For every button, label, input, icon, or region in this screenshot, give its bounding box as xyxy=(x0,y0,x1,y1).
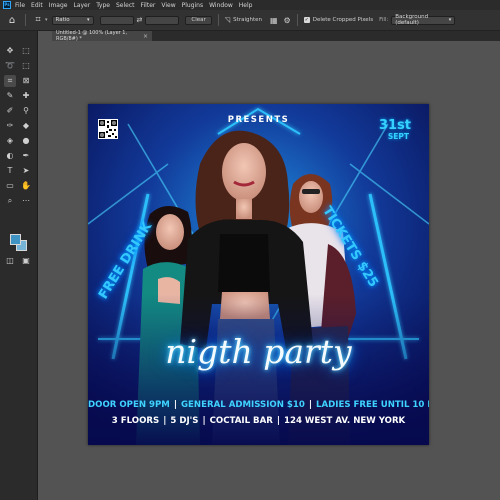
flyer-artwork xyxy=(88,104,429,445)
menu-image[interactable]: Image xyxy=(49,2,68,9)
path-selection-icon[interactable]: ➤ xyxy=(20,165,32,177)
menu-file[interactable]: File xyxy=(15,2,25,9)
menu-select[interactable]: Select xyxy=(116,2,135,9)
menu-window[interactable]: Window xyxy=(209,2,233,9)
ratio-select[interactable]: Ratio ▾ xyxy=(51,15,94,25)
chevron-down-icon: ▾ xyxy=(87,17,90,23)
chevron-down-icon[interactable]: ▾ xyxy=(45,17,48,23)
brush-icon[interactable]: ✐ xyxy=(4,105,16,117)
foreground-color-swatch[interactable] xyxy=(10,234,21,245)
divider xyxy=(217,14,219,26)
menu-bar: Ps File Edit Image Layer Type Select Fil… xyxy=(0,0,500,10)
paint-bucket-icon[interactable]: ◈ xyxy=(4,135,16,147)
event-info-line: DOOR OPEN 9PM | GENERAL ADMISSION $10 | LADI… xyxy=(88,400,429,410)
date-month-text: SEPT xyxy=(387,132,409,141)
separator: | xyxy=(163,416,167,426)
party-title: nigth party xyxy=(165,332,352,371)
quick-mask-icon[interactable]: ◫ xyxy=(4,255,16,267)
menu-edit[interactable]: Edit xyxy=(31,2,43,9)
options-bar: ⌂ ⌗ ▾ Ratio ▾ ⇄ Clear ◹ Straighten ▦ ⚙ ✓ … xyxy=(0,10,500,31)
menu-view[interactable]: View xyxy=(161,2,175,9)
separator: | xyxy=(308,400,312,410)
separator: | xyxy=(276,416,280,426)
zoom-tool-icon[interactable]: ⌕ xyxy=(4,195,16,207)
delete-cropped-label: Delete Cropped Pixels xyxy=(312,17,374,23)
menu-layer[interactable]: Layer xyxy=(73,2,90,9)
artboard-tool-icon[interactable]: ⬚ xyxy=(20,45,32,57)
width-field[interactable] xyxy=(99,15,134,25)
document-canvas[interactable]: PRESENTS 31st SEPT FREE DRINK TICKETS $2… xyxy=(88,104,429,445)
presents-text: PRESENTS xyxy=(227,115,290,125)
venue-info-line: 3 FLOORS | 5 DJ'S | COCTAIL BAR | 124 WEST AV.… xyxy=(88,416,429,426)
rectangle-tool-icon[interactable]: ▭ xyxy=(4,180,16,192)
blur-icon[interactable]: ● xyxy=(20,135,32,147)
tools-panel: ✥ ⬚ ➰ ⬚ ⌗ ⊠ ✎ ✚ ✐ ⚲ ✑ ◆ ◈ ● ◐ ✒ T ➤ ▭ ✋ … xyxy=(0,31,38,500)
bar-text: COCTAIL BAR xyxy=(209,416,273,426)
address-text: 124 WEST AV. NEW YORK xyxy=(284,416,406,426)
fill-label: Fill: xyxy=(379,17,389,23)
menu-help[interactable]: Help xyxy=(239,2,253,9)
swap-icon[interactable]: ⇄ xyxy=(137,16,143,24)
stamp-icon[interactable]: ⚲ xyxy=(20,105,32,117)
floors-text: 3 FLOORS xyxy=(111,416,160,426)
divider xyxy=(296,14,298,26)
photoshop-logo-icon[interactable]: Ps xyxy=(3,1,11,9)
admission-text: GENERAL ADMISSION $10 xyxy=(180,400,305,410)
fill-select-value: Background (default) xyxy=(395,14,429,26)
eyedropper-icon[interactable]: ✎ xyxy=(4,90,16,102)
separator: | xyxy=(173,400,177,410)
clear-button[interactable]: Clear xyxy=(185,15,212,25)
type-tool-icon[interactable]: T xyxy=(4,165,16,177)
height-field[interactable] xyxy=(145,15,180,25)
grid-overlay-icon[interactable]: ▦ xyxy=(270,16,278,25)
ladies-free-text: LADIES FREE UNTIL 10 PM xyxy=(316,400,429,410)
home-icon[interactable]: ⌂ xyxy=(5,13,19,27)
eraser-icon[interactable]: ◆ xyxy=(20,120,32,132)
djs-text: 5 DJ'S xyxy=(170,416,199,426)
menu-plugins[interactable]: Plugins xyxy=(182,2,204,9)
fill-select[interactable]: Background (default) ▾ xyxy=(391,14,456,26)
healing-brush-icon[interactable]: ✚ xyxy=(20,90,32,102)
more-tools-icon[interactable]: ⋯ xyxy=(20,195,32,207)
divider xyxy=(25,14,26,26)
history-brush-icon[interactable]: ✑ xyxy=(4,120,16,132)
chevron-down-icon: ▾ xyxy=(448,17,452,23)
document-tab-bar: Untitled-1 @ 100% (Layer 1, RGB/8#) * × xyxy=(52,30,500,42)
date-day-text: 31st xyxy=(378,118,411,133)
object-selection-icon[interactable]: ⬚ xyxy=(20,60,32,72)
straighten-button[interactable]: Straighten xyxy=(233,17,262,23)
menu-filter[interactable]: Filter xyxy=(141,2,156,9)
gear-icon[interactable]: ⚙ xyxy=(284,16,291,25)
dodge-icon[interactable]: ◐ xyxy=(4,150,16,162)
frame-tool-icon[interactable]: ⊠ xyxy=(20,75,32,87)
straighten-icon[interactable]: ◹ xyxy=(225,16,230,24)
screen-mode-icon[interactable]: ▣ xyxy=(20,255,32,267)
menu-type[interactable]: Type xyxy=(96,2,110,9)
move-tool-icon[interactable]: ✥ xyxy=(4,45,16,57)
separator: | xyxy=(202,416,206,426)
close-icon[interactable]: × xyxy=(143,33,148,40)
lasso-tool-icon[interactable]: ➰ xyxy=(4,60,16,72)
crop-tool-icon[interactable]: ⌗ xyxy=(32,14,44,26)
door-open-text: DOOR OPEN 9PM xyxy=(88,400,170,410)
delete-cropped-checkbox[interactable]: ✓ xyxy=(303,17,310,23)
crop-tool-icon[interactable]: ⌗ xyxy=(4,75,16,87)
ratio-select-value: Ratio xyxy=(55,17,70,23)
hand-tool-icon[interactable]: ✋ xyxy=(20,180,32,192)
pen-icon[interactable]: ✒ xyxy=(20,150,32,162)
document-tab[interactable]: Untitled-1 @ 100% (Layer 1, RGB/8#) * × xyxy=(52,30,152,42)
